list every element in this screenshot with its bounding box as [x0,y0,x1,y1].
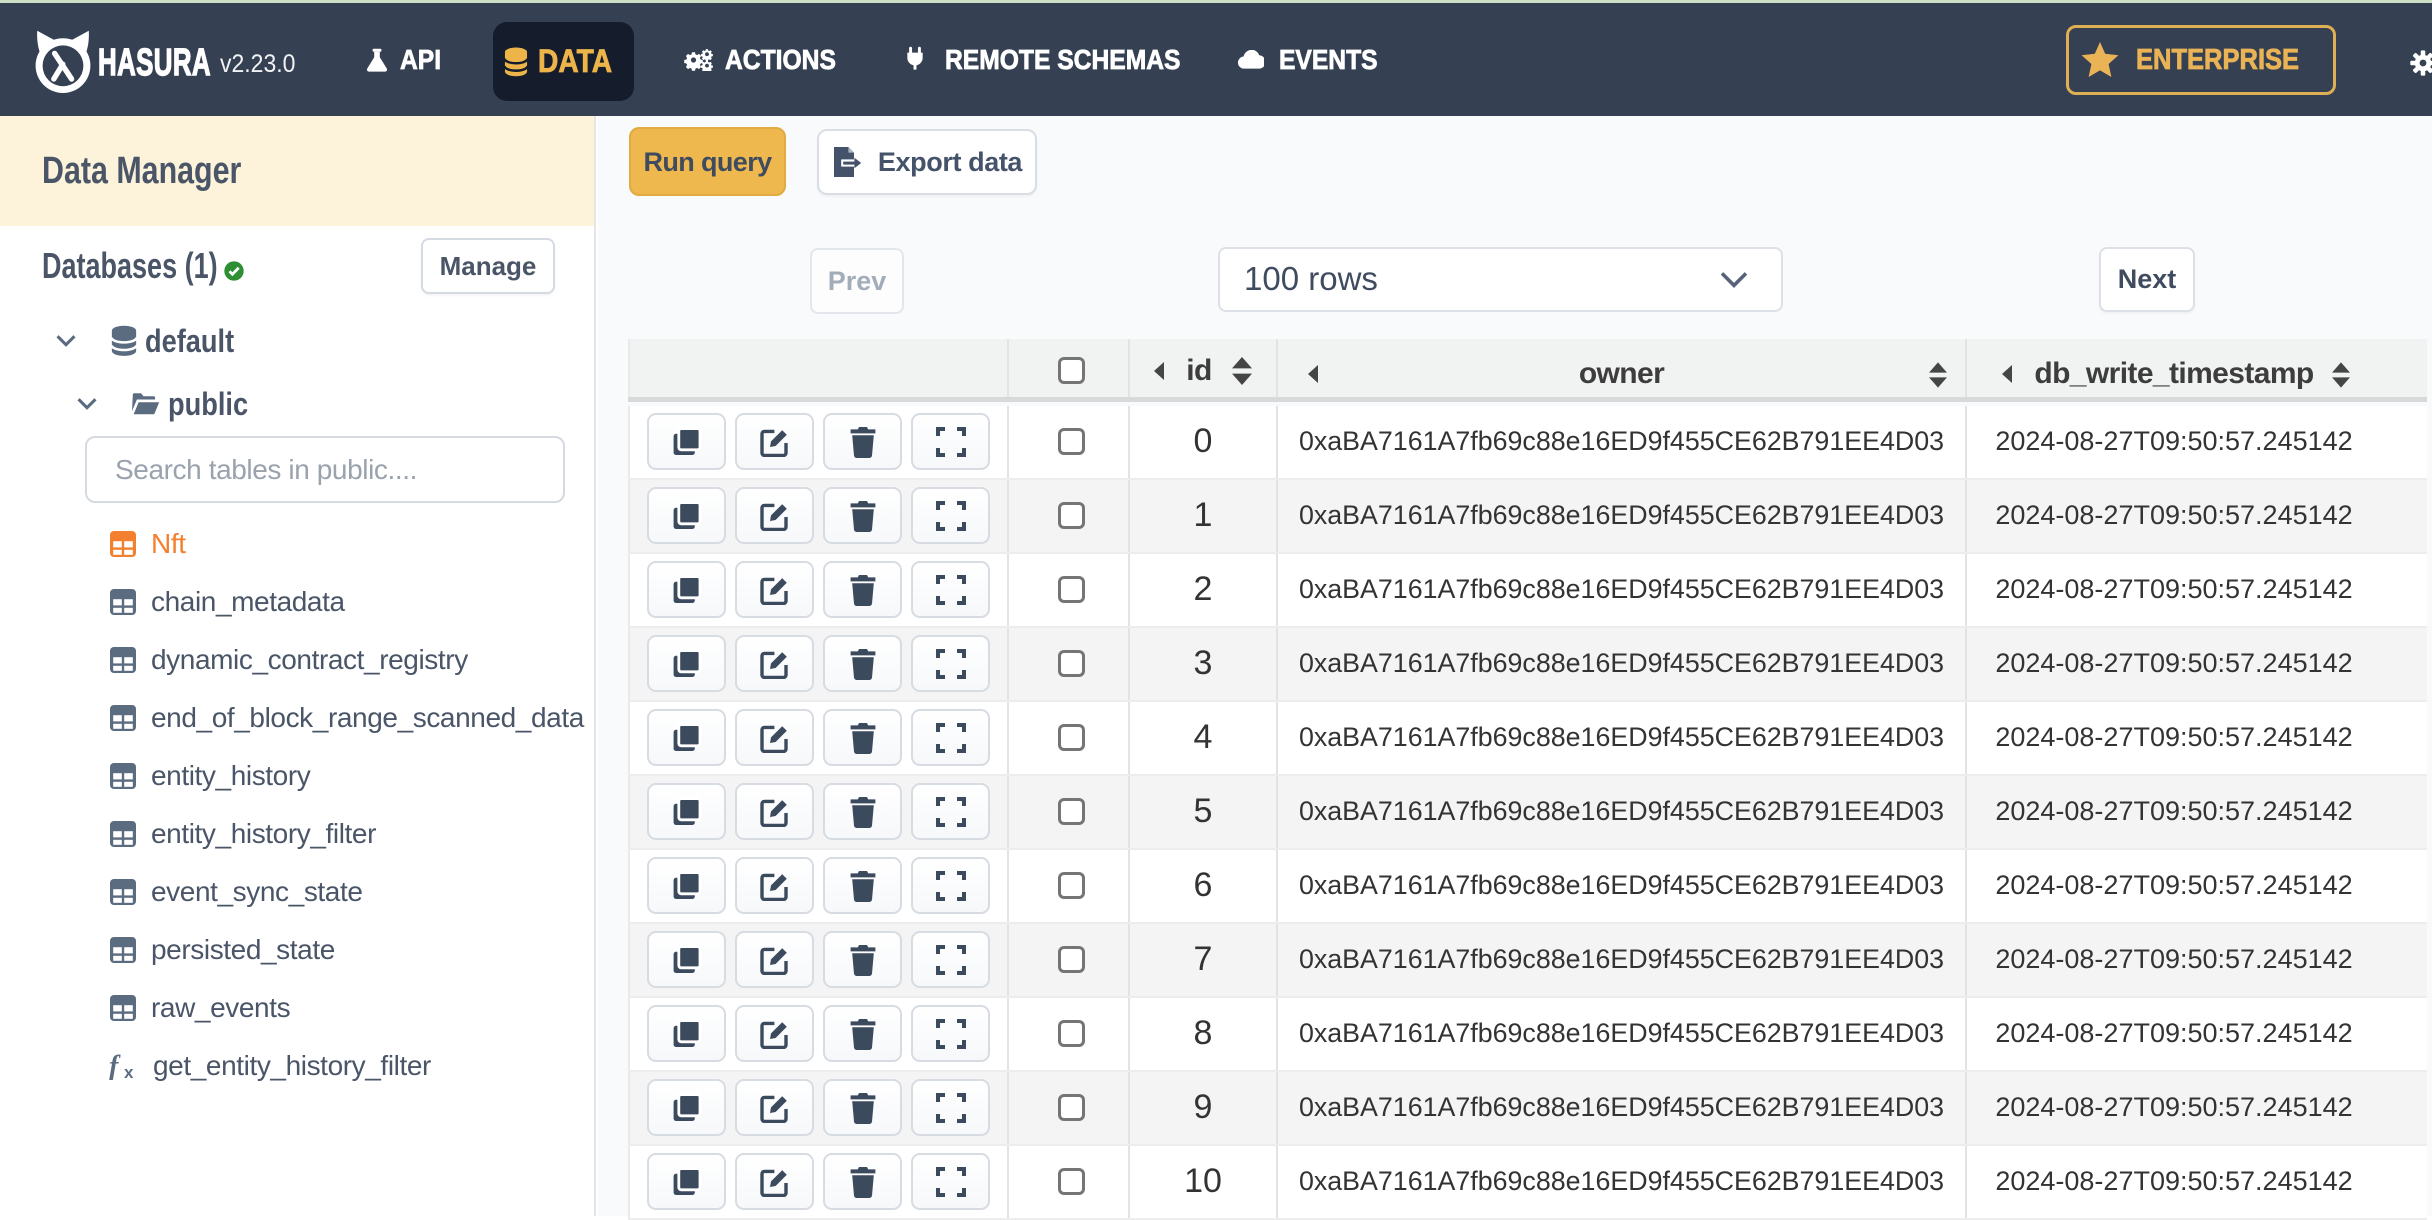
svg-text:x: x [124,1063,134,1080]
svg-text:f: f [109,1052,121,1080]
